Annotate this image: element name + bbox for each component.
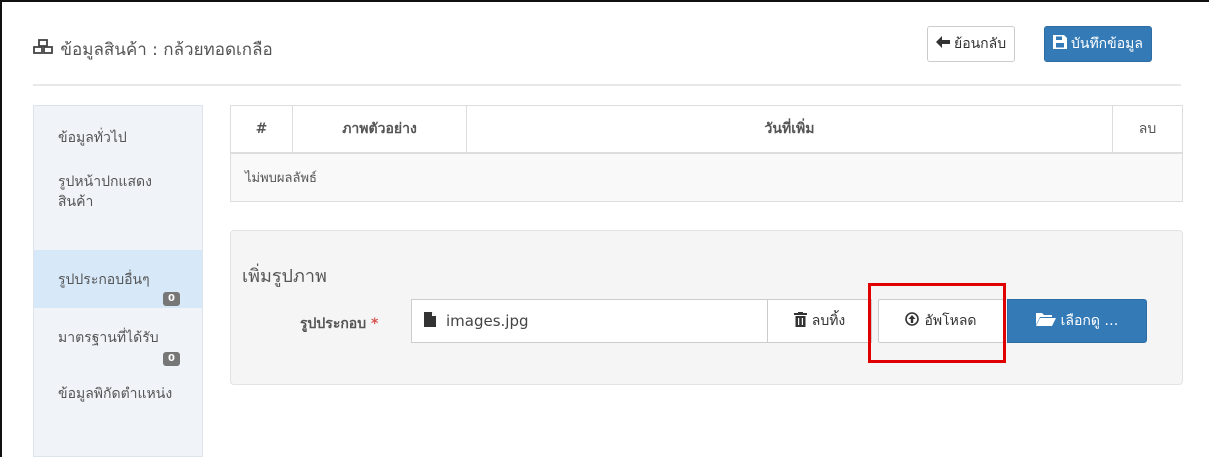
browse-button[interactable]: เลือกดู … [1007, 299, 1147, 343]
sidebar: ข้อมูลทั่วไป รูปหน้าปกแสดงสินค้า รูปประก… [33, 105, 203, 457]
sidebar-item-other-images[interactable]: รูปประกอบอื่นๆ 0 [34, 250, 202, 308]
file-name-text: images.jpg [446, 312, 529, 330]
remove-button-label: ลบทิ้ง [811, 313, 846, 329]
field-label: รูปประกอบ * [300, 313, 378, 335]
file-name-field[interactable]: images.jpg [411, 299, 768, 343]
save-button-label: บันทึกข้อมูล [1071, 36, 1143, 52]
folder-open-icon [1035, 312, 1056, 330]
sidebar-item-label: ข้อมูลทั่วไป [58, 130, 127, 146]
column-header-preview: ภาพตัวอย่าง [293, 106, 467, 152]
add-image-panel: เพิ่มรูปภาพ รูปประกอบ * images.jpg ลบทิ้… [230, 230, 1183, 385]
table-header: # ภาพตัวอย่าง วันที่เพิ่ม ลบ [231, 106, 1182, 154]
trash-icon [793, 311, 807, 331]
column-header-index: # [231, 106, 293, 152]
sidebar-item-label: รูปประกอบอื่นๆ [58, 272, 150, 288]
save-button[interactable]: บันทึกข้อมูล [1044, 26, 1152, 62]
file-icon [424, 311, 436, 331]
required-mark: * [370, 316, 379, 332]
sidebar-item-standards[interactable]: มาตรฐานที่ได้รับ 0 [34, 308, 202, 370]
sidebar-item-location[interactable]: ข้อมูลพิกัดตำแหน่ง [34, 380, 174, 404]
empty-result-text: ไม่พบผลลัพธ์ [231, 154, 1182, 201]
sidebar-item-label: มาตรฐานที่ได้รับ [58, 330, 159, 346]
column-header-delete: ลบ [1138, 121, 1157, 137]
count-badge: 0 [163, 352, 180, 366]
upload-button-label: อัพโหลด [924, 313, 977, 329]
save-icon [1053, 35, 1067, 53]
back-button[interactable]: ย้อนกลับ [927, 26, 1016, 62]
sidebar-item-cover-image[interactable]: รูปหน้าปกแสดงสินค้า [34, 168, 184, 216]
page-title: ข้อมูลสินค้า : กล้วยทอดเกลือ [33, 36, 273, 63]
panel-title: เพิ่มรูปภาพ [242, 266, 327, 287]
upload-circle-icon [905, 312, 920, 330]
sidebar-item-label: ข้อมูลพิกัดตำแหน่ง [58, 386, 173, 402]
sidebar-item-general[interactable]: ข้อมูลทั่วไป [34, 124, 202, 152]
back-button-label: ย้อนกลับ [954, 36, 1007, 52]
sidebar-item-label: รูปหน้าปกแสดงสินค้า [58, 174, 152, 210]
images-table: # ภาพตัวอย่าง วันที่เพิ่ม ลบ ไม่พบผลลัพธ… [230, 105, 1183, 202]
browse-button-label: เลือกดู … [1060, 313, 1119, 329]
remove-button[interactable]: ลบทิ้ง [767, 299, 872, 343]
field-label-text: รูปประกอบ [300, 316, 367, 332]
page-title-text: ข้อมูลสินค้า : กล้วยทอดเกลือ [60, 40, 273, 60]
page-header: ข้อมูลสินค้า : กล้วยทอดเกลือ ย้อนกลับ บั… [33, 24, 1181, 86]
arrow-left-icon [936, 36, 950, 52]
count-badge: 0 [163, 292, 180, 306]
column-header-date-added: วันที่เพิ่ม [467, 106, 1113, 152]
upload-button[interactable]: อัพโหลด [878, 299, 1004, 343]
cubes-icon [33, 39, 55, 60]
